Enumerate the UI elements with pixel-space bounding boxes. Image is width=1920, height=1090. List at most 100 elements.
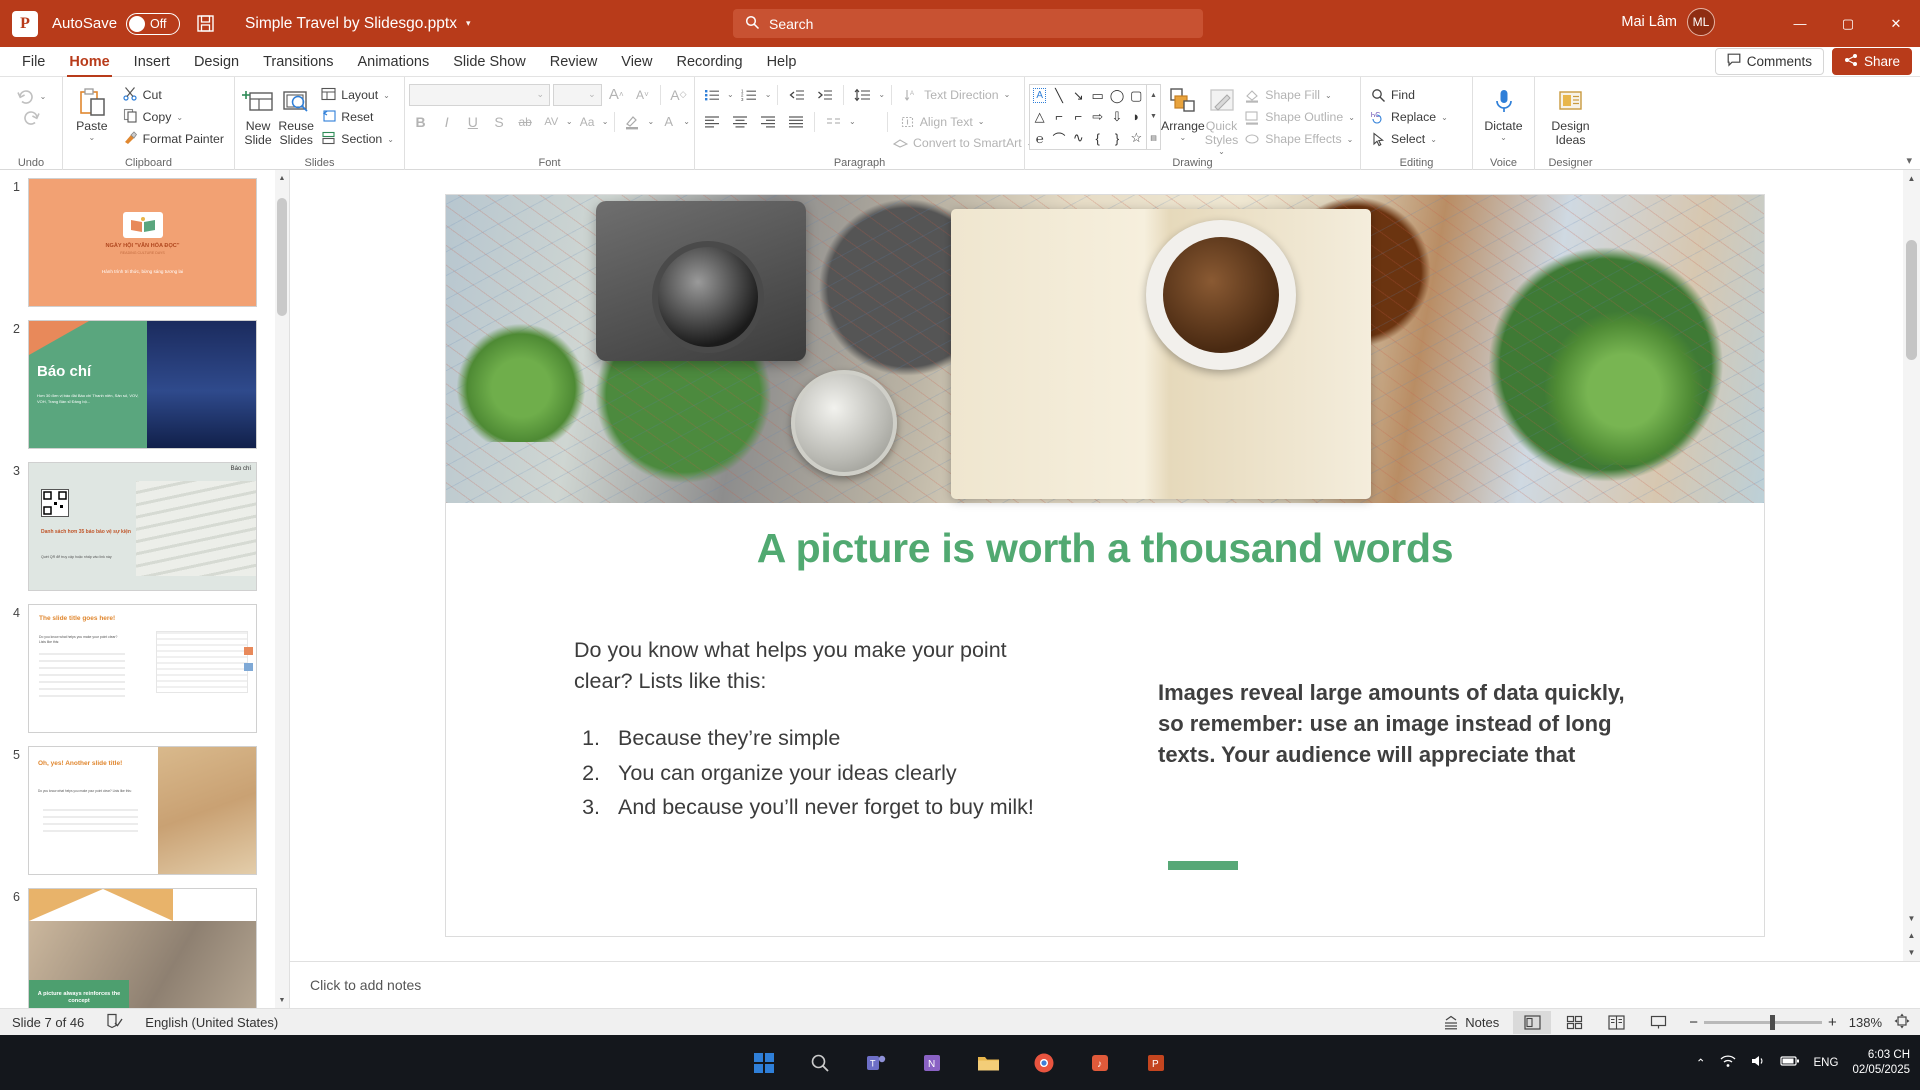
clear-formatting-button[interactable]: A ◇ — [667, 83, 690, 107]
paste-caret[interactable]: ⌄ — [88, 133, 95, 142]
list-item[interactable]: 1 NGÀY HỘI "VĂN HÓA ĐỌC" READING CULTURE… — [6, 178, 275, 307]
shape-text-box-icon[interactable]: A — [1033, 88, 1047, 104]
decrease-font-size-button[interactable]: A ˅ — [631, 83, 654, 107]
slide-vertical-scrollbar[interactable]: ▲ ▼ ▲ ▼ — [1903, 170, 1920, 961]
shapes-gallery[interactable]: A ╲ ↘ ▭ ◯ ▢ △ ⌐ ⌐ ⇨ ⇩ ◗ ℮ ⌒ ∿ { } ☆ — [1029, 84, 1147, 150]
slide-sorter-view-button[interactable] — [1555, 1011, 1593, 1034]
zoom-in-button[interactable]: + — [1828, 1014, 1837, 1031]
shape-right-arrow-icon[interactable]: ⇨ — [1088, 106, 1107, 127]
align-text-button[interactable]: Align Text ⌄ — [894, 111, 991, 132]
wifi-icon[interactable] — [1720, 1054, 1736, 1071]
tab-transitions[interactable]: Transitions — [251, 50, 345, 74]
search-box[interactable]: Search — [733, 9, 1203, 38]
zoom-out-button[interactable]: − — [1689, 1014, 1698, 1031]
shape-left-brace-icon[interactable]: { — [1088, 128, 1107, 149]
gallery-more-icon[interactable]: ▤ — [1150, 134, 1157, 142]
zoom-slider[interactable]: − + — [1689, 1014, 1837, 1031]
line-spacing-icon[interactable] — [850, 83, 875, 107]
teams-icon[interactable]: T — [863, 1050, 889, 1076]
user-account[interactable]: Mai Lâm ML — [1621, 8, 1715, 36]
increase-font-size-button[interactable]: A ˄ — [605, 83, 628, 107]
shape-effects-button[interactable]: Shape Effects ⌄ — [1238, 128, 1361, 150]
shape-elbow-connector-icon[interactable]: ⌐ — [1049, 106, 1068, 127]
find-button[interactable]: Find — [1365, 84, 1454, 106]
tab-animations[interactable]: Animations — [345, 50, 441, 74]
character-spacing-caret[interactable]: ⌄ — [566, 117, 573, 126]
chrome-icon[interactable] — [1031, 1050, 1057, 1076]
strikethrough-button[interactable]: ab — [514, 110, 537, 134]
align-center-icon[interactable] — [727, 110, 752, 134]
shape-down-arrow-icon[interactable]: ⇩ — [1107, 106, 1126, 127]
convert-to-smartart-button[interactable]: Convert to SmartArt ⌄ — [887, 132, 1039, 154]
search-icon[interactable] — [807, 1050, 833, 1076]
slide-right-text-box[interactable]: Images reveal large amounts of data quic… — [1158, 677, 1638, 771]
zoom-handle[interactable] — [1769, 1014, 1775, 1030]
minimize-button[interactable]: — — [1776, 0, 1824, 47]
select-caret[interactable]: ⌄ — [1430, 135, 1437, 144]
font-name-input[interactable]: ⌄ — [409, 83, 551, 106]
fit-to-window-icon[interactable] — [1894, 1013, 1910, 1032]
section-button[interactable]: Section ⌄ — [315, 128, 400, 150]
tab-home[interactable]: Home — [57, 50, 121, 78]
increase-indent-icon[interactable] — [812, 83, 837, 107]
tab-view[interactable]: View — [609, 50, 664, 74]
accessibility-icon[interactable] — [106, 1013, 123, 1032]
undo-button[interactable]: ⌄ — [10, 84, 53, 106]
line-spacing-caret[interactable]: ⌄ — [878, 90, 885, 99]
text-direction-button[interactable]: A Text Direction ⌄ — [898, 84, 1016, 105]
list-item[interactable]: 3 Báo chí Danh sách hơn 35 báo bảo vệ sự… — [6, 462, 275, 591]
powerpoint-icon[interactable]: P — [1143, 1050, 1169, 1076]
shape-outline-caret[interactable]: ⌄ — [1348, 113, 1355, 122]
section-caret[interactable]: ⌄ — [387, 135, 394, 144]
document-title[interactable]: Simple Travel by Slidesgo.pptx — [245, 15, 457, 33]
underline-button[interactable]: U — [461, 110, 484, 134]
slide-scroll-down-icon[interactable]: ▼ — [1903, 910, 1920, 927]
previous-slide-icon[interactable]: ▲ — [1903, 927, 1920, 944]
bullets-icon[interactable] — [699, 83, 724, 107]
layout-button[interactable]: Layout ⌄ — [315, 84, 400, 106]
language-indicator[interactable]: ENG — [1814, 1057, 1839, 1069]
bullets-caret[interactable]: ⌄ — [727, 90, 734, 99]
thumbnail-scrollbar[interactable]: ▲ ▼ — [275, 170, 289, 1008]
language-indicator[interactable]: English (United States) — [145, 1015, 278, 1030]
next-slide-icon[interactable]: ▼ — [1903, 944, 1920, 961]
onenote-icon[interactable]: N — [919, 1050, 945, 1076]
file-explorer-icon[interactable] — [975, 1050, 1001, 1076]
tab-review[interactable]: Review — [538, 50, 610, 74]
slide-counter[interactable]: Slide 7 of 46 — [12, 1015, 84, 1030]
dictate-caret[interactable]: ⌄ — [1500, 133, 1507, 142]
text-direction-caret[interactable]: ⌄ — [1004, 90, 1011, 99]
tab-slide-show[interactable]: Slide Show — [441, 50, 538, 74]
cut-button[interactable]: Cut — [117, 84, 230, 106]
change-case-button[interactable]: Aa — [576, 110, 599, 134]
list-item[interactable]: 2 Báo chí Hơn 30 đơn vị báo đài Báo chí … — [6, 320, 275, 449]
maximize-button[interactable]: ▢ — [1824, 0, 1872, 47]
windows-start-icon[interactable] — [751, 1050, 777, 1076]
comments-button[interactable]: Comments — [1714, 48, 1824, 75]
collapse-ribbon-button[interactable]: ▾ — [1906, 154, 1912, 167]
font-size-input[interactable]: ⌄ — [553, 83, 602, 106]
slide-thumbnail-1[interactable]: NGÀY HỘI "VĂN HÓA ĐỌC" READING CULTURE D… — [28, 178, 257, 307]
text-highlight-caret[interactable]: ⌄ — [647, 117, 654, 126]
slide-thumbnail-4[interactable]: The slide title goes here! Do you know w… — [28, 604, 257, 733]
slide-title[interactable]: A picture is worth a thousand words — [446, 525, 1764, 572]
justify-icon[interactable] — [783, 110, 808, 134]
numbering-caret[interactable]: ⌄ — [765, 90, 772, 99]
zoom-track[interactable] — [1703, 1014, 1822, 1030]
font-color-button[interactable]: A — [657, 110, 680, 134]
show-hidden-icons-button[interactable]: ⌃ — [1696, 1056, 1706, 1070]
gallery-up-icon[interactable]: ▲ — [1150, 92, 1157, 99]
shape-outline-button[interactable]: Shape Outline ⌄ — [1238, 106, 1361, 128]
slide-thumbnail-2[interactable]: Báo chí Hơn 30 đơn vị báo đài Báo chí Th… — [28, 320, 257, 449]
redo-button[interactable] — [16, 106, 47, 128]
slide-thumbnail-6[interactable]: A picture always reinforces the concept — [28, 888, 257, 1008]
shape-star-icon[interactable]: ☆ — [1127, 128, 1146, 149]
search-input[interactable]: Search — [769, 16, 813, 32]
copy-button[interactable]: Copy ⌄ — [117, 106, 230, 128]
slide-canvas[interactable]: A picture is worth a thousand words Do y… — [290, 170, 1920, 961]
shape-folded-corner-icon[interactable]: ◗ — [1127, 106, 1146, 127]
slide-show-button[interactable] — [1639, 1011, 1677, 1034]
shape-oval-icon[interactable]: ◯ — [1107, 85, 1126, 106]
current-slide[interactable]: A picture is worth a thousand words Do y… — [445, 194, 1765, 937]
shape-scribble-icon[interactable]: ℮ — [1030, 128, 1049, 149]
